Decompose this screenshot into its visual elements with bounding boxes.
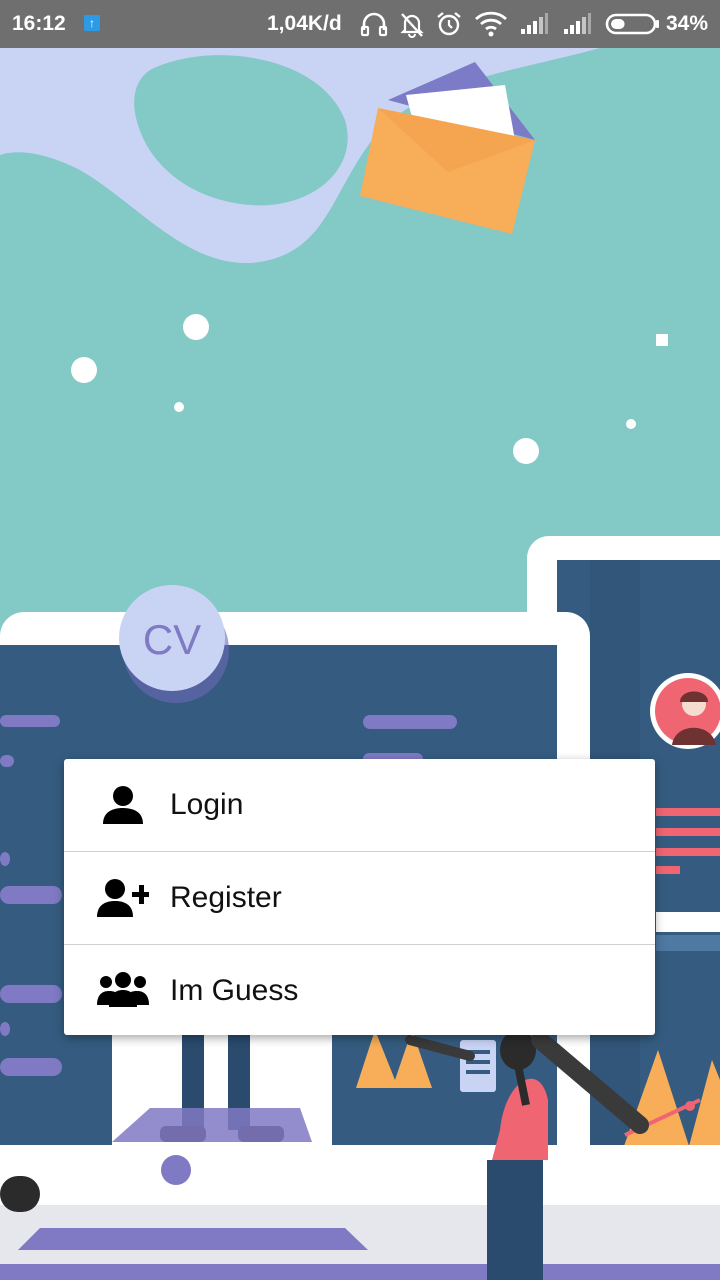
login-button[interactable]: Login (64, 759, 655, 852)
guest-label: Im Guess (170, 974, 299, 1007)
register-button[interactable]: Register (64, 852, 655, 945)
network-speed: 1,04K/d (267, 12, 342, 35)
status-bar: 16:12 ↑ 1,04K/d 34% (0, 0, 720, 48)
person-icon (96, 778, 150, 832)
status-time: 16:12 (12, 12, 66, 35)
login-label: Login (170, 788, 244, 821)
background-illustration: CV (0, 48, 720, 1280)
upload-notification-icon: ↑ (84, 15, 100, 31)
register-label: Register (170, 881, 282, 914)
bell-off-icon (400, 13, 424, 38)
guest-button[interactable]: Im Guess (64, 945, 655, 1037)
wifi-icon (475, 11, 507, 37)
person-add-icon (96, 871, 150, 925)
alarm-icon (437, 12, 461, 36)
battery-icon (605, 13, 659, 35)
battery-percent: 34% (665, 12, 708, 35)
cv-badge-text: CV (143, 616, 201, 663)
group-icon (96, 964, 150, 1018)
headset-icon (360, 12, 388, 37)
auth-options-menu: Login Register Im Guess (64, 759, 655, 1035)
signal-icon (521, 13, 548, 34)
signal-icon (564, 13, 591, 34)
